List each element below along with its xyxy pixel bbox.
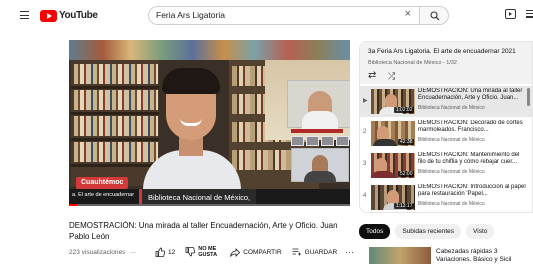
- playlist-item-title: DEMOSTRACIÓN: Una mirada al taller Encua…: [418, 88, 523, 102]
- playlist-item[interactable]: ▶ 1:02:02 DEMOSTRACIÓN: Una mirada al ta…: [360, 86, 532, 117]
- playlist-scrollbar[interactable]: [527, 88, 530, 106]
- playlist-panel: 3a Feria Ars Ligatoria. El arte de encua…: [359, 41, 533, 213]
- like-button[interactable]: 12: [155, 247, 175, 257]
- video-player[interactable]: Cuauhtémoc a. El arte de encuadernar Bib…: [69, 40, 350, 206]
- participant-strip: [291, 136, 349, 146]
- like-count: 12: [168, 248, 176, 256]
- more-actions-button[interactable]: ···: [345, 247, 354, 257]
- chip-all[interactable]: Todos: [359, 224, 391, 239]
- video-participant-tile-2: [291, 148, 349, 183]
- playlist-item-title: DEMOSTRACIÓN: Mantenimiento del filo de …: [418, 152, 520, 166]
- save-button[interactable]: GUARDAR: [292, 248, 338, 256]
- description-more[interactable]: ...: [130, 248, 136, 255]
- playlist-item-index: 3: [363, 161, 367, 167]
- thumbs-down-icon: [185, 247, 196, 257]
- search-icon: [430, 11, 440, 21]
- dislike-button[interactable]: NO ME GUSTA: [185, 246, 220, 258]
- duration-badge: 42:38: [398, 139, 414, 145]
- search-button[interactable]: [419, 6, 449, 25]
- create-video-icon[interactable]: [505, 9, 516, 19]
- duration-badge: 52:00: [398, 171, 414, 177]
- save-playlist-icon: [292, 248, 301, 256]
- recommended-thumbnail[interactable]: [369, 247, 431, 264]
- playlist-item-channel: Biblioteca Nacional de México: [418, 201, 485, 207]
- duration-badge: 1:02:02: [394, 107, 414, 113]
- view-count: 223 visualizaciones: [69, 249, 126, 256]
- participant-label: [291, 129, 343, 133]
- playlist-item-index: 4: [363, 193, 367, 199]
- now-playing-icon: ▶: [363, 98, 368, 104]
- playlist-header: 3a Feria Ars Ligatoria. El arte de encua…: [360, 42, 532, 84]
- playlist-item[interactable]: 3 52:00 DEMOSTRACIÓN: Mantenimiento del …: [360, 150, 532, 181]
- shuffle-icon[interactable]: ⤮: [388, 71, 395, 81]
- playlist-subtitle: Biblioteca Nacional de México - 1/32: [368, 60, 457, 66]
- video-background-art: [69, 40, 350, 60]
- search-query: Feria Ars Ligatoria: [156, 10, 225, 20]
- playlist-item-index: 2: [363, 129, 367, 135]
- playlist-item[interactable]: 2 42:38 DEMOSTRACIÓN: Decorado de cortes…: [360, 118, 532, 149]
- youtube-play-icon: [40, 9, 57, 22]
- thumbs-up-icon: [155, 247, 165, 257]
- playlist-thumbnail: 42:38: [371, 121, 415, 146]
- logo-text: YouTube: [59, 10, 98, 21]
- search-input[interactable]: Feria Ars Ligatoria ×: [148, 6, 420, 25]
- video-actions: 12 NO ME GUSTA COMPARTIR GUARDAR ···: [155, 245, 354, 259]
- apps-menu-icon[interactable]: [526, 10, 533, 19]
- share-label: COMPARTIR: [243, 248, 282, 256]
- playlist-item[interactable]: 4 1:13:17 DEMOSTRACIÓN: Introducción al …: [360, 182, 532, 212]
- loop-icon[interactable]: ⇄: [368, 71, 376, 81]
- speaker-name-badge: Cuauhtémoc: [76, 177, 129, 189]
- playlist-thumbnail: 1:02:02: [371, 89, 415, 114]
- video-participant-tile: [287, 80, 350, 129]
- save-label: GUARDAR: [304, 248, 338, 256]
- playlist-item-channel: Biblioteca Nacional de México: [418, 137, 485, 143]
- progress-bar[interactable]: [69, 204, 350, 206]
- chip-recent-uploads[interactable]: Subidas recientes: [395, 224, 462, 239]
- menu-icon[interactable]: [20, 11, 29, 19]
- playlist-thumbnail: 52:00: [371, 153, 415, 178]
- chip-watched[interactable]: Visto: [466, 224, 495, 239]
- event-hashtag: a. El arte de encuadernar: [72, 192, 135, 198]
- playlist-item-title: DEMOSTRACIÓN: Decorado de cortes marmole…: [418, 120, 523, 134]
- video-title: DEMOSTRACIÓN: Una mirada al taller Encua…: [69, 221, 338, 241]
- top-bar: YouTube Feria Ars Ligatoria ×: [0, 0, 533, 30]
- youtube-logo[interactable]: YouTube: [40, 9, 98, 22]
- share-button[interactable]: COMPARTIR: [230, 247, 282, 257]
- playlist-item-channel: Biblioteca Nacional de México: [418, 169, 485, 175]
- share-icon: [230, 247, 241, 257]
- filter-chips: Todos Subidas recientes Visto: [359, 224, 495, 239]
- duration-badge: 1:13:17: [394, 203, 414, 209]
- playlist-title[interactable]: 3a Feria Ars Ligatoria. El arte de encua…: [368, 48, 516, 55]
- playlist-item-channel: Biblioteca Nacional de México: [418, 105, 485, 111]
- playlist-thumbnail: 1:13:17: [371, 185, 415, 210]
- clear-icon[interactable]: ×: [405, 8, 411, 20]
- dislike-label: NO ME GUSTA: [198, 246, 218, 258]
- video-presenter: [141, 68, 241, 206]
- playlist-item-title: DEMOSTRACIÓN: Introducción al papel para…: [418, 184, 526, 198]
- recommended-title[interactable]: Cabezadas rápidas 3 Variaciones. Básico …: [436, 248, 531, 264]
